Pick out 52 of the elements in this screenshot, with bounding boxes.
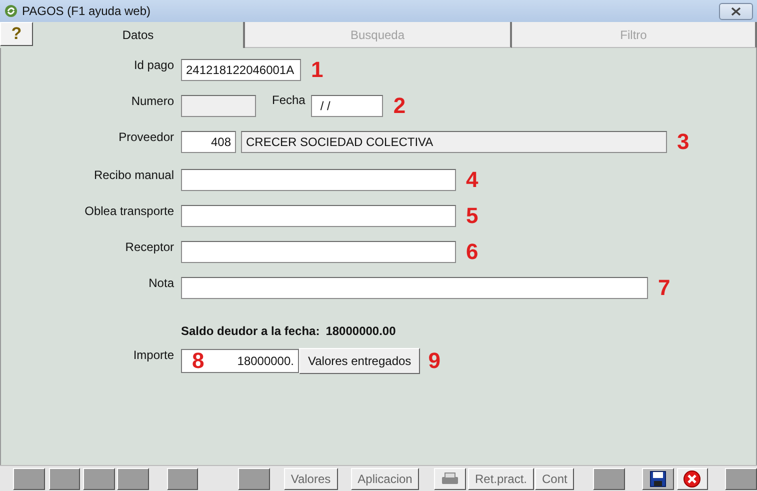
annotation-number: 2 (393, 92, 406, 118)
toolbar-button[interactable] (593, 468, 626, 490)
save-button[interactable] (642, 468, 674, 490)
toolbar-button[interactable] (83, 468, 115, 490)
field-label: Numero (130, 93, 174, 110)
app-logo-icon (4, 4, 18, 18)
input-field[interactable] (181, 277, 648, 299)
input-field[interactable] (181, 205, 456, 227)
balance-value: 18000000.00 (326, 323, 396, 340)
input-field[interactable]: 241218122046001A (181, 59, 301, 81)
field-label: Proveedor (118, 129, 174, 146)
field-label: Id pago (132, 57, 174, 74)
annotation-number: 6 (466, 238, 478, 264)
annotation-number: 5 (466, 202, 478, 228)
field-label: Recibo manual (92, 167, 174, 184)
input-field[interactable]: 8 18000000. (181, 349, 299, 373)
help-button[interactable]: ? (0, 22, 33, 46)
balance-label: Saldo deudor a la fecha: (181, 323, 320, 340)
toolbar-button[interactable] (116, 468, 149, 490)
print-button[interactable] (434, 468, 466, 490)
toolbar-button[interactable] (48, 468, 80, 490)
field-label: Fecha (272, 92, 306, 109)
close-icon (683, 470, 702, 488)
field-label: Oblea transporte (84, 203, 174, 220)
printer-icon (441, 472, 460, 486)
delivered-values-button[interactable]: Valores entregados (299, 348, 420, 374)
annotation-number: 8 (192, 350, 204, 372)
annotation-number: 1 (311, 56, 324, 82)
toolbar-button[interactable]: Cont (535, 468, 574, 490)
annotation-number: 7 (658, 274, 670, 300)
annotation-number: 9 (428, 348, 440, 372)
input-field[interactable] (181, 241, 456, 263)
field-label: Importe (132, 347, 174, 364)
input-field[interactable]: 408 (181, 131, 236, 153)
toolbar-button[interactable] (725, 468, 757, 490)
toolbar-button[interactable]: Ret.pract. (468, 468, 534, 490)
close-icon (731, 6, 741, 16)
field-label: Nota (148, 275, 174, 292)
input-field[interactable]: / / (311, 95, 384, 117)
close-button[interactable] (719, 2, 753, 20)
toolbar-button[interactable] (166, 468, 198, 490)
toolbar-button[interactable]: Aplicacion (350, 468, 420, 490)
field-value: 18000000. (237, 353, 294, 370)
toolbar-button[interactable] (13, 468, 45, 490)
annotation-number: 3 (677, 128, 690, 154)
input-field[interactable] (181, 169, 456, 191)
toolbar-button[interactable] (238, 468, 270, 490)
field-label: Receptor (124, 239, 174, 256)
cancel-button[interactable] (676, 468, 708, 490)
annotation-number: 4 (466, 166, 478, 192)
window-title: PAGOS (F1 ayuda web) (22, 3, 150, 20)
toolbar-button[interactable]: Valores (284, 468, 338, 490)
